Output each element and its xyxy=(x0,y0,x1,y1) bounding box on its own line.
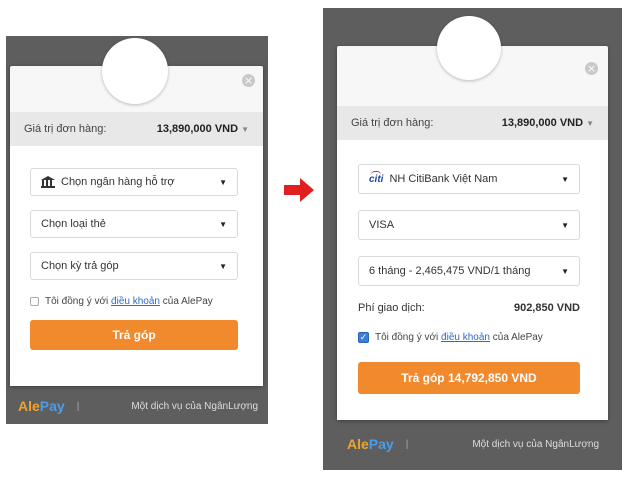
terms-checkbox[interactable]: ✓ xyxy=(358,332,369,343)
chevron-down-icon: ▼ xyxy=(241,124,249,134)
order-value-label: Giá trị đơn hàng: xyxy=(351,117,434,129)
terms-prefix: Tôi đồng ý với xyxy=(45,296,109,307)
term-select[interactable]: 6 tháng - 2,465,475 VND/1 tháng ▼ xyxy=(358,256,580,286)
terms-text: Tôi đồng ý với điều khoản của AlePay xyxy=(45,296,213,307)
terms-link[interactable]: điều khoản xyxy=(111,296,160,307)
logo-pay: Pay xyxy=(39,398,65,414)
alepay-logo: Ale Pay xyxy=(347,436,394,452)
order-value-label: Giá trị đơn hàng: xyxy=(24,123,107,135)
chevron-down-icon: ▼ xyxy=(561,266,569,276)
terms-suffix: của AlePay xyxy=(492,332,543,343)
terms-text: Tôi đồng ý với điều khoản của AlePay xyxy=(375,332,543,343)
terms-prefix: Tôi đồng ý với xyxy=(375,332,439,343)
order-value-text: 13,890,000 VND xyxy=(156,123,239,135)
footer: Ale Pay | Một dịch vụ của NgânLượng xyxy=(347,436,599,452)
installment-button[interactable]: Trả góp xyxy=(30,320,238,350)
chevron-down-icon: ▼ xyxy=(561,174,569,184)
order-value-row: Giá trị đơn hàng: 13,890,000 VND ▼ xyxy=(10,112,263,146)
merchant-logo-circle xyxy=(437,16,501,80)
order-value-amount[interactable]: 13,890,000 VND ▼ xyxy=(157,123,249,135)
merchant-logo-circle xyxy=(102,38,168,104)
alepay-logo: Ale Pay xyxy=(18,398,65,414)
chevron-down-icon: ▼ xyxy=(561,220,569,230)
payment-card: × Giá trị đơn hàng: 13,890,000 VND ▼ cit… xyxy=(337,16,608,420)
installment-pay-button[interactable]: Trả góp 14,792,850 VND xyxy=(358,362,580,394)
form-body: Chọn ngân hàng hỗ trợ ▼ Chọn loại thẻ ▼ … xyxy=(10,146,263,386)
form-body: citi NH CitiBank Việt Nam ▼ VISA ▼ 6 thá… xyxy=(337,140,608,420)
footer-tagline: Một dịch vụ của NgânLượng xyxy=(131,400,258,412)
logo-pay: Pay xyxy=(368,436,394,452)
arrow-right-icon xyxy=(284,178,314,202)
fee-label: Phí giao dịch: xyxy=(358,302,425,314)
citibank-logo-icon: citi xyxy=(369,170,384,185)
payment-card: × Giá trị đơn hàng: 13,890,000 VND ▼ Chọ… xyxy=(10,38,263,386)
term-select-label: Chọn kỳ trả góp xyxy=(41,260,119,272)
chevron-down-icon: ▼ xyxy=(219,219,227,229)
logo-ale: Ale xyxy=(347,436,369,452)
term-select[interactable]: Chọn kỳ trả góp ▼ xyxy=(30,252,238,280)
terms-agreement-row: ✓ Tôi đồng ý với điều khoản của AlePay xyxy=(358,332,543,343)
bank-select[interactable]: citi NH CitiBank Việt Nam ▼ xyxy=(358,164,580,194)
chevron-down-icon: ▼ xyxy=(586,118,594,128)
footer: Ale Pay | Một dịch vụ của NgânLượng xyxy=(18,398,258,414)
card-type-select-label: Chọn loại thẻ xyxy=(41,218,106,230)
fee-row: Phí giao dịch: 902,850 VND xyxy=(358,302,580,314)
fee-value: 902,850 VND xyxy=(513,302,580,314)
close-icon[interactable]: × xyxy=(585,62,598,75)
installment-form-initial: × Giá trị đơn hàng: 13,890,000 VND ▼ Chọ… xyxy=(6,36,268,424)
footer-divider: | xyxy=(76,400,80,412)
footer-tagline: Một dịch vụ của NgânLượng xyxy=(472,438,599,450)
bank-select[interactable]: Chọn ngân hàng hỗ trợ ▼ xyxy=(30,168,238,196)
card-type-select[interactable]: Chọn loại thẻ ▼ xyxy=(30,210,238,238)
terms-link[interactable]: điều khoản xyxy=(441,332,490,343)
card-type-select[interactable]: VISA ▼ xyxy=(358,210,580,240)
terms-suffix: của AlePay xyxy=(162,296,213,307)
order-value-row: Giá trị đơn hàng: 13,890,000 VND ▼ xyxy=(337,106,608,140)
bank-select-label: Chọn ngân hàng hỗ trợ xyxy=(61,176,175,188)
footer-divider: | xyxy=(405,438,409,450)
chevron-down-icon: ▼ xyxy=(219,177,227,187)
chevron-down-icon: ▼ xyxy=(219,261,227,271)
bank-icon xyxy=(41,176,55,188)
order-value-text: 13,890,000 VND xyxy=(501,117,584,129)
term-select-label: 6 tháng - 2,465,475 VND/1 tháng xyxy=(369,265,531,277)
bank-select-label: NH CitiBank Việt Nam xyxy=(389,173,498,185)
terms-agreement-row: Tôi đồng ý với điều khoản của AlePay xyxy=(30,296,213,307)
order-value-amount[interactable]: 13,890,000 VND ▼ xyxy=(502,117,594,129)
terms-checkbox[interactable] xyxy=(30,297,39,306)
card-type-select-label: VISA xyxy=(369,219,395,231)
installment-form-filled: × Giá trị đơn hàng: 13,890,000 VND ▼ cit… xyxy=(323,8,622,470)
close-icon[interactable]: × xyxy=(242,74,255,87)
logo-ale: Ale xyxy=(18,398,40,414)
